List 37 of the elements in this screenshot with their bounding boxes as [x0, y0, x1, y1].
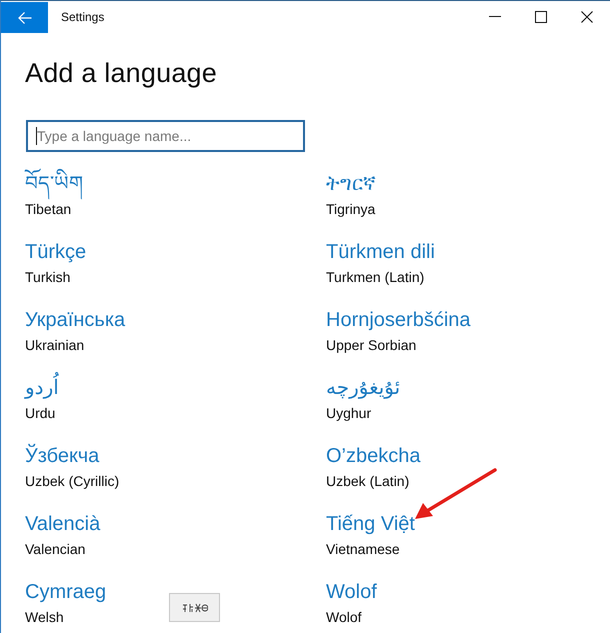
- language-name[interactable]: Ўзбекча: [25, 443, 100, 469]
- language-name[interactable]: Tiếng Việt: [326, 511, 415, 537]
- page-heading: Add a language: [25, 57, 217, 89]
- language-name[interactable]: བོད་ཡིག: [25, 171, 83, 197]
- maximize-icon: [535, 10, 547, 22]
- character-tile[interactable]: [169, 593, 220, 622]
- language-name[interactable]: Valencià: [25, 511, 100, 537]
- language-english-name: Uyghur: [326, 404, 372, 423]
- window-title: Settings: [61, 10, 104, 24]
- language-name[interactable]: Українська: [25, 307, 126, 333]
- language-english-name: Ukrainian: [25, 336, 84, 355]
- search-field[interactable]: Type a language name...: [26, 120, 305, 152]
- language-english-name: Turkish: [25, 268, 70, 287]
- language-english-name: Welsh: [25, 608, 64, 627]
- arrow-left-icon: [18, 12, 32, 24]
- language-english-name: Vietnamese: [326, 540, 400, 559]
- language-name[interactable]: ئۇيغۇرچە: [326, 375, 400, 401]
- glyphs-icon: [182, 602, 208, 612]
- language-name[interactable]: ትግርኛ: [326, 171, 376, 197]
- language-english-name: Urdu: [25, 404, 56, 423]
- text-cursor-icon: [36, 127, 37, 145]
- language-name[interactable]: Hornjoserbšćina: [326, 307, 471, 333]
- language-english-name: Tibetan: [25, 200, 72, 219]
- language-english-name: Turkmen (Latin): [326, 268, 424, 287]
- minimize-icon: [489, 16, 501, 17]
- close-icon: [581, 10, 593, 22]
- language-english-name: Uzbek (Latin): [326, 472, 410, 491]
- language-english-name: Valencian: [25, 540, 86, 559]
- language-english-name: Uzbek (Cyrillic): [25, 472, 120, 491]
- language-name[interactable]: Türkçe: [25, 239, 86, 265]
- language-name[interactable]: O’zbekcha: [326, 443, 420, 469]
- language-name[interactable]: Wolof: [326, 579, 377, 605]
- language-english-name: Upper Sorbian: [326, 336, 416, 355]
- language-english-name: Wolof: [326, 608, 362, 627]
- language-name[interactable]: Cymraeg: [25, 579, 106, 605]
- language-name[interactable]: Türkmen dili: [326, 239, 435, 265]
- language-english-name: Tigrinya: [326, 200, 376, 219]
